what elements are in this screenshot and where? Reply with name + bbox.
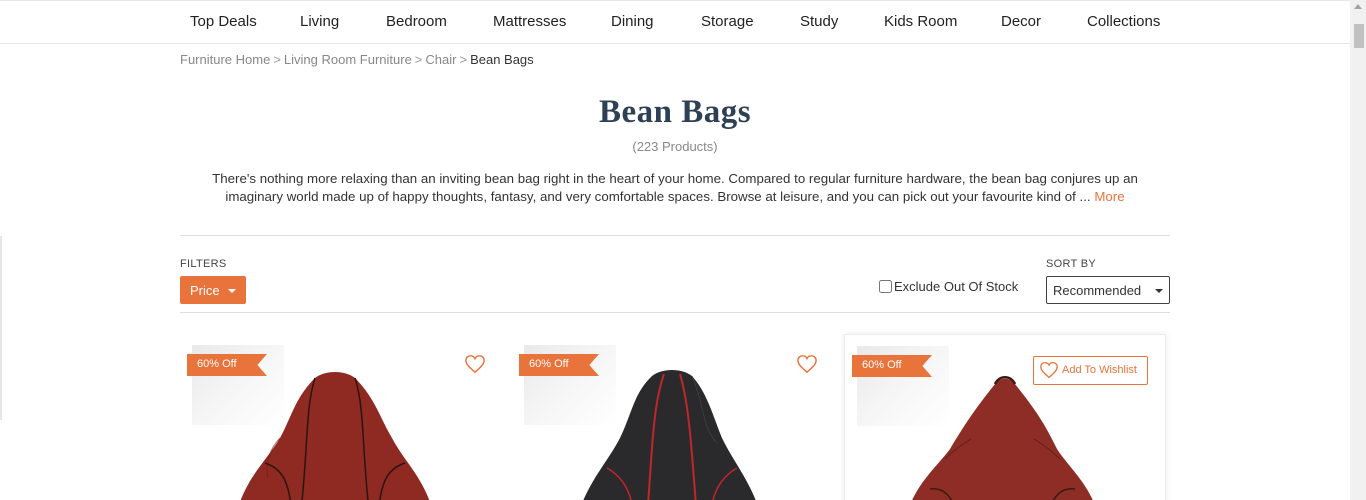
breadcrumb-separator: > [414,52,423,67]
product-image[interactable] [885,369,1115,500]
side-panel-edge [0,236,2,420]
price-filter-button[interactable]: Price [180,276,246,304]
breadcrumb: Furniture Home > Living Room Furniture > Cha… [180,52,534,67]
divider [180,235,1170,236]
bean-bag-body [912,378,1093,500]
nav-top-deals[interactable]: Top Deals [190,13,257,30]
nav-study[interactable]: Study [800,13,838,30]
nav-decor[interactable]: Decor [1001,13,1041,30]
nav-dining[interactable]: Dining [611,13,654,30]
bean-bag-body [583,370,756,500]
category-description: There's nothing more relaxing than an in… [195,170,1155,206]
scrollbar-thumb[interactable] [1354,24,1364,48]
product-card[interactable]: 60% Off [180,334,502,500]
sort-by-label: SORT BY [1046,258,1096,270]
breadcrumb-current: Bean Bags [470,52,534,67]
breadcrumb-furniture-home[interactable]: Furniture Home [180,52,270,67]
bean-bag-body [240,372,430,500]
product-count: (223 Products) [632,139,718,154]
breadcrumb-separator: > [459,52,468,67]
nav-collections[interactable]: Collections [1087,13,1160,30]
chevron-down-icon [228,289,236,293]
product-image[interactable] [220,368,450,500]
breadcrumb-separator: > [273,52,281,67]
product-card[interactable]: 60% Off Add To Wishlist [844,334,1166,500]
sort-select[interactable]: Recommended [1046,276,1170,304]
nav-storage[interactable]: Storage [701,13,754,30]
scroll-up-arrow-icon[interactable] [1354,4,1362,9]
exclude-out-of-stock-label: Exclude Out Of Stock [894,279,1019,294]
breadcrumb-chair[interactable]: Chair [425,52,456,67]
product-image[interactable] [552,368,782,500]
sort-selected-value: Recommended [1053,283,1142,298]
top-navigation: Top Deals Living Bedroom Mattresses Dini… [0,0,1350,44]
exclude-out-of-stock[interactable]: Exclude Out Of Stock [879,279,1018,294]
nav-kids-room[interactable]: Kids Room [884,13,957,30]
page-title: Bean Bags [598,94,752,130]
nav-living[interactable]: Living [300,13,339,30]
breadcrumb-living-room-furniture[interactable]: Living Room Furniture [284,52,412,67]
price-filter-label: Price [190,283,220,298]
filters-label: FILTERS [180,258,227,270]
description-text: There's nothing more relaxing than an in… [212,171,1138,204]
product-card[interactable]: 60% Off [512,334,834,500]
exclude-out-of-stock-checkbox[interactable] [879,280,892,293]
more-link[interactable]: More [1094,189,1124,204]
nav-mattresses[interactable]: Mattresses [493,13,566,30]
heart-icon[interactable] [464,354,486,374]
nav-bedroom[interactable]: Bedroom [386,13,447,30]
chevron-down-icon [1155,289,1163,293]
divider [180,312,1170,313]
page-scrollbar[interactable] [1350,0,1366,500]
heart-icon[interactable] [796,354,818,374]
